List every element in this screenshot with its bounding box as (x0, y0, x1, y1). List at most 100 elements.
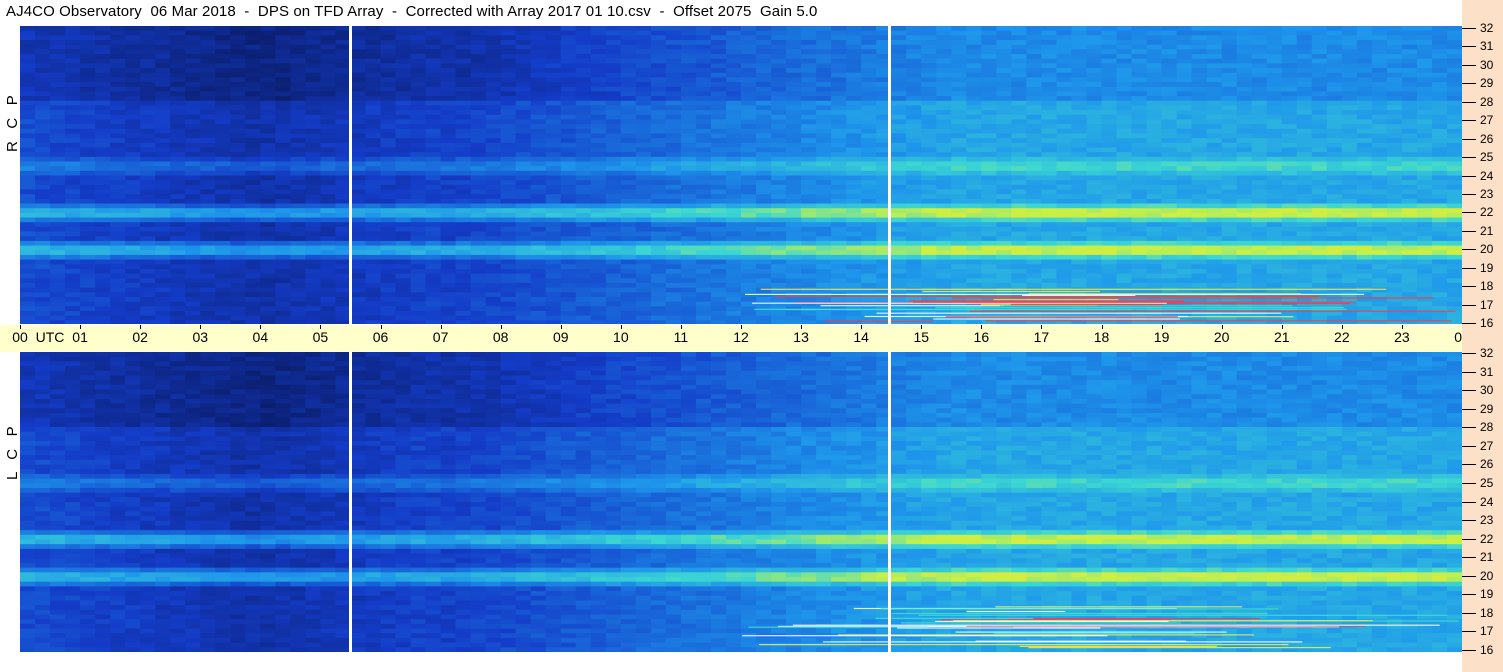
heatmap-cell (831, 287, 847, 293)
heatmap-cell (35, 156, 51, 163)
heatmap-cell (380, 100, 397, 107)
heatmap-cell (981, 82, 997, 88)
heatmap-cell (35, 170, 51, 177)
heatmap-cell (951, 231, 967, 237)
heatmap-cell (1041, 259, 1058, 265)
heatmap-cell (680, 124, 697, 130)
heatmap-cell (560, 175, 577, 181)
heatmap-cell (966, 58, 982, 64)
heatmap-cell (125, 105, 141, 111)
heatmap-cell (410, 82, 427, 88)
heatmap-cell (650, 128, 667, 135)
heatmap-cell (515, 231, 532, 237)
heatmap-cell (425, 96, 442, 102)
heatmap-cell (20, 231, 36, 237)
heatmap-cell (996, 128, 1012, 135)
heatmap-cell (951, 273, 967, 279)
heatmap-cell (891, 35, 907, 41)
heatmap-cell (996, 250, 1012, 256)
heatmap-cell (1071, 147, 1088, 153)
heatmap-cell (786, 58, 802, 64)
heatmap-cell (50, 40, 66, 46)
heatmap-cell (425, 287, 442, 293)
heatmap-cell (816, 273, 832, 279)
heatmap-cell (395, 40, 412, 46)
heatmap-cell (1011, 30, 1027, 36)
heatmap-cell (365, 264, 382, 270)
heatmap-cell (245, 198, 261, 205)
heatmap-cell (470, 119, 487, 125)
heatmap-cell (756, 30, 772, 36)
heatmap-cell (380, 58, 397, 64)
heatmap-cell (951, 282, 967, 289)
heatmap-cell (140, 96, 156, 102)
heatmap-cell (725, 142, 742, 149)
heatmap-cell (996, 273, 1012, 279)
heatmap-cell (725, 282, 742, 289)
heatmap-cell (245, 194, 261, 200)
heatmap-cell (305, 236, 322, 242)
heatmap-cell (305, 208, 322, 214)
heatmap-cell (1086, 273, 1103, 279)
heatmap-cell (50, 147, 66, 153)
heatmap-cell (725, 100, 742, 107)
heatmap-cell (801, 63, 817, 69)
heatmap-cell (1056, 96, 1073, 102)
heatmap-cell (275, 166, 291, 172)
heatmap-cell (1086, 128, 1103, 135)
heatmap-cell (590, 161, 607, 167)
heatmap-cell (20, 292, 36, 298)
heatmap-cell (200, 203, 216, 209)
heatmap-cell (320, 236, 337, 242)
heatmap-cell (320, 306, 337, 312)
heatmap-cell (741, 49, 757, 55)
heatmap-cell (215, 315, 231, 321)
heatmap-cell (635, 268, 652, 275)
heatmap-cell (680, 30, 697, 36)
heatmap-cell (710, 250, 727, 256)
heatmap-cell (635, 254, 652, 261)
heatmap-cell (425, 254, 442, 261)
heatmap-cell (756, 282, 772, 289)
heatmap-cell (170, 119, 186, 125)
heatmap-cell (846, 166, 862, 172)
heatmap-cell (861, 268, 877, 275)
heatmap-cell (1116, 259, 1133, 265)
heatmap-cell (320, 63, 337, 69)
heatmap-cell (530, 156, 547, 163)
heatmap-cell (185, 166, 201, 172)
heatmap-cell (95, 245, 111, 251)
heatmap-cell (425, 175, 442, 181)
heatmap-cell (1146, 212, 1163, 219)
heatmap-cell (230, 100, 246, 107)
heatmap-cell (831, 282, 847, 289)
heatmap-cell (710, 310, 727, 317)
heatmap-cell (741, 250, 757, 256)
heatmap-cell (1101, 105, 1118, 111)
heatmap-cell (936, 250, 952, 256)
heatmap-cell (1116, 184, 1133, 191)
heatmap-cell (320, 189, 337, 195)
heatmap-cell (650, 226, 667, 233)
heatmap-cell (1041, 63, 1058, 69)
heatmap-cell (695, 301, 712, 307)
heatmap-cell (290, 138, 306, 144)
heatmap-cell (425, 124, 442, 130)
heatmap-cell (680, 231, 697, 237)
heatmap-cell (515, 268, 532, 275)
heatmap-cell (996, 40, 1012, 46)
heatmap-cell (395, 306, 412, 312)
heatmap-cell (1041, 40, 1058, 46)
heatmap-cell (891, 198, 907, 205)
heatmap-cell (906, 170, 922, 177)
heatmap-cell (395, 96, 412, 102)
heatmap-cell (1131, 184, 1148, 191)
heatmap-cell (560, 35, 577, 41)
heatmap-cell (831, 170, 847, 177)
heatmap-cell (20, 68, 36, 74)
heatmap-cell (605, 86, 622, 92)
heatmap-cell (861, 198, 877, 205)
heatmap-cell (801, 240, 817, 247)
heatmap-cell (996, 278, 1012, 284)
heatmap-cell (410, 222, 427, 228)
